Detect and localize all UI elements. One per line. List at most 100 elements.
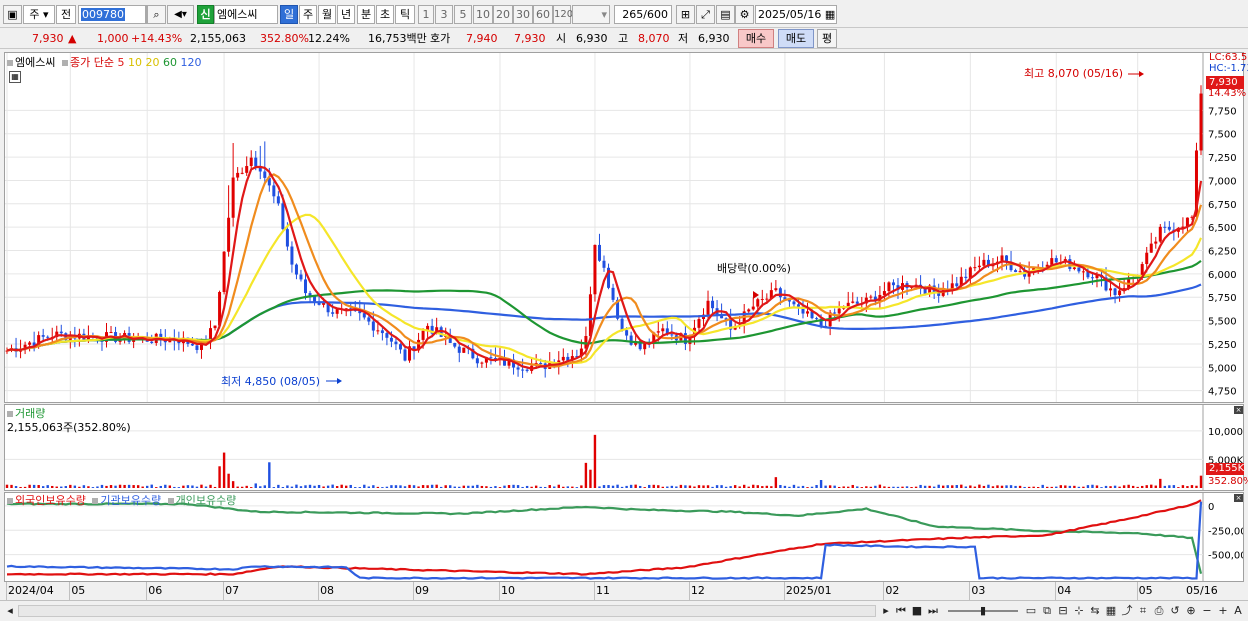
volume-bar — [905, 486, 909, 488]
volume-bar — [625, 485, 628, 488]
compare-icon[interactable]: ⇆ — [1088, 603, 1102, 619]
rewind-icon[interactable]: ⏮ — [894, 603, 908, 619]
layout-icon[interactable]: ▭ — [1024, 603, 1038, 619]
font-size-icon[interactable]: A — [1231, 603, 1245, 619]
volume-bar — [729, 486, 732, 488]
speaker-icon[interactable]: ◀▾ — [167, 5, 194, 24]
ma120-label[interactable]: 120 — [180, 56, 201, 69]
volume-bar — [1141, 485, 1144, 488]
gear-icon[interactable]: ⚙ — [735, 5, 754, 24]
individual-holdings-label[interactable]: 개인보유수량 — [176, 494, 237, 507]
search-icon[interactable]: ⌕ — [147, 5, 166, 24]
date-field[interactable]: 2025/05/16 ▦ — [755, 5, 837, 24]
sell-button[interactable]: 매도 — [778, 29, 814, 48]
interval-120[interactable]: 120 — [553, 5, 573, 24]
candle-type-icon[interactable]: ⊞ — [676, 5, 695, 24]
count-field[interactable]: 265/600 — [614, 5, 672, 24]
interval-60[interactable]: 60 — [533, 5, 553, 24]
period-minute[interactable]: 분 — [357, 5, 375, 24]
period-tick[interactable]: 틱 — [395, 5, 415, 24]
interval-10[interactable]: 10 — [473, 5, 493, 24]
period-day[interactable]: 일 — [280, 5, 298, 24]
hoga-label: 호가 — [430, 32, 451, 45]
interval-20[interactable]: 20 — [493, 5, 513, 24]
buy-button[interactable]: 매수 — [738, 29, 774, 48]
price-chart[interactable]: 7,750 7,500 7,250 7,000 6,750 6,500 6,250 6,000… — [5, 53, 1243, 402]
volume-bar — [32, 484, 36, 488]
period-month[interactable]: 월 — [318, 5, 336, 24]
table-icon[interactable]: ▦ — [9, 71, 21, 83]
candle-body — [59, 331, 63, 334]
candle-body — [403, 349, 407, 361]
volume-chart[interactable]: 10,000K5,000K — [5, 405, 1243, 490]
period-week[interactable]: 주 — [299, 5, 317, 24]
ma10-label[interactable]: 10 — [128, 56, 142, 69]
export-icon[interactable]: ⤴ — [1120, 603, 1134, 619]
eval-button[interactable]: 평 — [817, 29, 837, 48]
close-icon[interactable]: × — [1234, 494, 1243, 502]
interval-custom-select[interactable]: ▾ — [572, 5, 610, 24]
print-icon[interactable]: ⎙ — [1152, 603, 1166, 619]
volume-pane[interactable]: 10,000K5,000K — [4, 404, 1244, 491]
volume-bar — [1127, 484, 1130, 488]
volume-bar — [584, 462, 588, 488]
copy-icon[interactable]: ⧉ — [1040, 603, 1054, 619]
split-icon[interactable]: ⊟ — [1056, 603, 1070, 619]
reset-icon[interactable]: ↺ — [1168, 603, 1182, 619]
candle-body — [41, 335, 45, 337]
foreign-holdings-label[interactable]: 외국인보유수량 — [15, 494, 86, 507]
candle-body — [851, 301, 855, 303]
grid-icon[interactable]: ▦ — [1104, 603, 1118, 619]
calendar-icon[interactable]: ▦ — [825, 8, 835, 21]
institution-holdings-label[interactable]: 기관보유수량 — [100, 494, 161, 507]
interval-5[interactable]: 5 — [454, 5, 472, 24]
period-year[interactable]: 년 — [337, 5, 355, 24]
stock-name-field[interactable]: 엠에스씨 — [214, 5, 278, 24]
interval-1[interactable]: 1 — [418, 5, 434, 24]
volume-bar — [1086, 485, 1090, 488]
price-legend: 엠에스씨 종가 단순 5 10 20 60 120 — [7, 54, 201, 70]
chart-type-icon[interactable]: ⌗ — [1136, 603, 1150, 619]
candle-body — [1118, 290, 1122, 296]
volume-bar — [141, 486, 144, 488]
candle-body — [774, 288, 778, 291]
volume-bar — [1168, 485, 1171, 488]
scroll-left-icon[interactable]: ◂ — [4, 603, 16, 619]
volume-bar — [213, 486, 217, 488]
chart-window: ▣ 주 ▾ 전 009780 ▼ ⌕ ◀▾ 신 엠에스씨 일 주 월 년 분 초… — [0, 0, 1248, 621]
ma20-label[interactable]: 20 — [145, 56, 159, 69]
price-pane[interactable]: 7,750 7,500 7,250 7,000 6,750 6,500 6,250 6,000… — [4, 52, 1244, 403]
zoom-out-icon[interactable]: − — [1200, 603, 1214, 619]
close-icon[interactable]: × — [1234, 406, 1243, 414]
add-icon[interactable]: + — [1216, 603, 1230, 619]
candle-body — [756, 299, 760, 307]
volume-bar — [494, 486, 497, 488]
market-select[interactable]: 주 ▾ — [23, 5, 55, 24]
forward-icon[interactable]: ⏭ — [926, 603, 940, 619]
interval-3[interactable]: 3 — [435, 5, 453, 24]
horizontal-scrollbar[interactable] — [18, 605, 876, 617]
draw-tool-icon[interactable]: ⤢ — [696, 5, 715, 24]
candle-body — [371, 321, 375, 331]
stock-code-input[interactable]: 009780 — [78, 5, 146, 24]
volume-bar — [837, 486, 841, 488]
ma5-label[interactable]: 5 — [117, 56, 124, 69]
count-value: 265 — [622, 8, 644, 21]
zoom-slider-handle-icon[interactable]: ▮ — [978, 603, 988, 619]
volume-bar — [1104, 485, 1108, 488]
ma-label[interactable]: 종가 단순 — [70, 56, 114, 69]
interval-30[interactable]: 30 — [513, 5, 533, 24]
candle-body — [891, 282, 895, 286]
volume-bar — [648, 484, 651, 488]
save-icon[interactable]: ▤ — [716, 5, 735, 24]
volume-bar — [1027, 486, 1031, 488]
crosshair-icon[interactable]: ⊹ — [1072, 603, 1086, 619]
type-select[interactable]: 전 — [56, 5, 76, 24]
zoom-in-icon[interactable]: ⊕ — [1184, 603, 1198, 619]
volume-bar — [295, 484, 298, 488]
window-menu-icon[interactable]: ▣ — [3, 5, 22, 24]
stop-icon[interactable]: ■ — [910, 603, 924, 619]
scroll-right-icon[interactable]: ▸ — [880, 603, 892, 619]
period-second[interactable]: 초 — [376, 5, 394, 24]
ma60-label[interactable]: 60 — [163, 56, 177, 69]
